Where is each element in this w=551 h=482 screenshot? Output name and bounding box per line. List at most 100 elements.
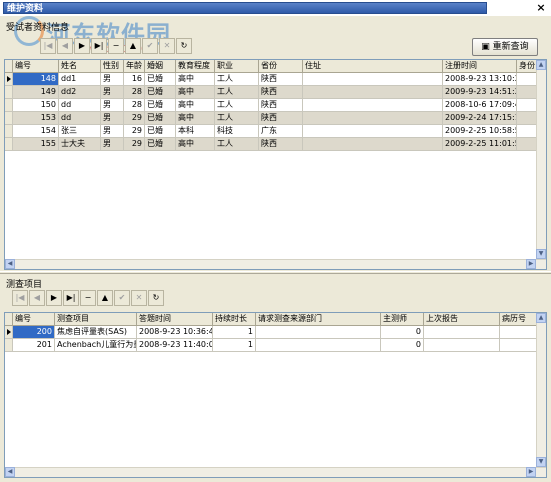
test-cell-last-report[interactable] [424,326,500,339]
subject-cell-age[interactable]: 29 [124,112,145,125]
subject-cell-register-time[interactable]: 2008-10-6 17:09:42 [443,99,517,112]
test-edit-record-button[interactable]: ▲ [97,290,113,306]
col-occupation[interactable]: 职业 [215,60,259,73]
subject-cell-address[interactable] [303,138,443,151]
subject-cell-occupation[interactable]: 工人 [215,73,259,86]
subject-grid[interactable]: 编号 姓名 性别 年龄 婚姻 教育程度 职业 省份 住址 注册时间 身份 148… [4,59,547,270]
col-last-report[interactable]: 上次报告 [424,313,500,326]
subject-cell-register-time[interactable]: 2009-2-25 11:01:55 [443,138,517,151]
test-next-record-button[interactable]: ▶ [46,290,62,306]
col-test-id[interactable]: 编号 [13,313,55,326]
col-address[interactable]: 住址 [303,60,443,73]
col-id[interactable]: 编号 [13,60,59,73]
next-record-button[interactable]: ▶ [74,38,90,54]
test-scroll-right-icon[interactable]: ▶ [526,467,536,477]
subject-cell-id[interactable]: 154 [13,125,59,138]
subject-cell-province[interactable]: 陕西 [259,73,303,86]
test-cell-answer-time[interactable]: 2008-9-23 11:40:07 [137,339,213,352]
subject-cell-address[interactable] [303,86,443,99]
subject-cell-gender[interactable]: 男 [101,125,124,138]
subject-cell-gender[interactable]: 男 [101,112,124,125]
test-prev-record-button[interactable]: ◀ [29,290,45,306]
subject-cell-register-time[interactable]: 2008-9-23 13:10:29 [443,73,517,86]
subject-cell-register-time[interactable]: 2009-9-23 14:51:25 [443,86,517,99]
col-record-number[interactable]: 病历号 [500,313,538,326]
subject-cell-education[interactable]: 高中 [176,112,215,125]
subject-cell-gender[interactable]: 男 [101,99,124,112]
subject-cell-id[interactable]: 155 [13,138,59,151]
test-cell-duration[interactable]: 1 [213,326,256,339]
subject-cell-address[interactable] [303,125,443,138]
test-last-record-button[interactable]: ▶| [63,290,79,306]
test-grid-hscroll[interactable]: ◀ ▶ [5,467,546,477]
subject-cell-name[interactable]: 张三 [59,125,101,138]
refresh-button[interactable]: ↻ [176,38,192,54]
requery-button[interactable]: ▣ 重新查询 [472,38,538,56]
col-province[interactable]: 省份 [259,60,303,73]
test-cell-source-dept[interactable] [256,339,381,352]
subject-cell-marital[interactable]: 已婚 [145,125,176,138]
test-grid[interactable]: 编号 测查项目 答题时间 持续时长 请求测查来源部门 主测师 上次报告 病历号 … [4,312,547,478]
test-row[interactable]: 200 焦虑自评量表(SAS) 2008-9-23 10:36:48 1 0 [5,326,538,339]
subject-cell-age[interactable]: 28 [124,99,145,112]
subject-grid-hscroll[interactable]: ◀ ▶ [5,259,546,269]
subject-cell-age[interactable]: 29 [124,125,145,138]
subject-cell-register-time[interactable]: 2009-2-24 17:15:14 [443,112,517,125]
delete-record-button[interactable]: − [108,38,124,54]
test-cell-id[interactable]: 201 [13,339,55,352]
scroll-left-icon[interactable]: ◀ [5,259,15,269]
subject-cell-id-number[interactable] [517,138,538,151]
test-refresh-button[interactable]: ↻ [148,290,164,306]
test-cancel-record-button[interactable]: ✕ [131,290,147,306]
col-id-number[interactable]: 身份 [517,60,538,73]
subject-row-indicator[interactable] [5,99,13,112]
col-source-dept[interactable]: 请求测查来源部门 [256,313,381,326]
subject-cell-id-number[interactable] [517,86,538,99]
test-cell-test-item[interactable]: Achenbach儿童行为量 [55,339,137,352]
test-cell-last-report[interactable] [424,339,500,352]
test-cell-examiner[interactable]: 0 [381,326,424,339]
close-icon[interactable]: × [535,1,547,14]
col-answer-time[interactable]: 答题时间 [137,313,213,326]
col-duration[interactable]: 持续时长 [213,313,256,326]
test-cell-answer-time[interactable]: 2008-9-23 10:36:48 [137,326,213,339]
subject-cell-address[interactable] [303,112,443,125]
subject-cell-occupation[interactable]: 工人 [215,99,259,112]
col-examiner[interactable]: 主测师 [381,313,424,326]
subject-cell-province[interactable]: 陕西 [259,99,303,112]
subject-cell-id[interactable]: 149 [13,86,59,99]
subject-row[interactable]: 153 dd 男 29 已婚 高中 工人 陕西 2009-2-24 17:15:14 [5,112,538,125]
cancel-record-button[interactable]: ✕ [159,38,175,54]
test-cell-record-number[interactable] [500,326,538,339]
subject-cell-address[interactable] [303,99,443,112]
subject-cell-id-number[interactable] [517,73,538,86]
subject-cell-id[interactable]: 148 [13,73,59,86]
test-row[interactable]: 201 Achenbach儿童行为量 2008-9-23 11:40:07 1 0 [5,339,538,352]
col-education[interactable]: 教育程度 [176,60,215,73]
subject-row-indicator[interactable] [5,138,13,151]
subject-row[interactable]: 155 士大夫男 29 已婚 高中 工人 陕西 2009-2-25 11:01:55 [5,138,538,151]
test-post-record-button[interactable]: ✔ [114,290,130,306]
scroll-right-icon[interactable]: ▶ [526,259,536,269]
subject-row[interactable]: 150 dd 男 28 已婚 高中 工人 陕西 2008-10-6 17:09:42 [5,99,538,112]
subject-cell-occupation[interactable]: 科技 [215,125,259,138]
subject-cell-marital[interactable]: 已婚 [145,138,176,151]
test-row-indicator[interactable] [5,339,13,352]
subject-cell-gender[interactable]: 男 [101,73,124,86]
subject-row-indicator[interactable] [5,125,13,138]
first-record-button[interactable]: |◀ [40,38,56,54]
scroll-up-icon[interactable]: ▲ [536,60,546,70]
subject-cell-education[interactable]: 高中 [176,138,215,151]
subject-cell-id[interactable]: 150 [13,99,59,112]
subject-cell-id[interactable]: 153 [13,112,59,125]
test-row-indicator[interactable] [5,326,13,339]
subject-cell-id-number[interactable] [517,125,538,138]
test-cell-test-item[interactable]: 焦虑自评量表(SAS) [55,326,137,339]
subject-row[interactable]: 149 dd2 男 28 已婚 高中 工人 陕西 2009-9-23 14:51:25 [5,86,538,99]
test-cell-duration[interactable]: 1 [213,339,256,352]
last-record-button[interactable]: ▶| [91,38,107,54]
test-first-record-button[interactable]: |◀ [12,290,28,306]
test-scroll-down-icon[interactable]: ▼ [536,457,546,467]
col-register-time[interactable]: 注册时间 [443,60,517,73]
subject-cell-name[interactable]: dd [59,99,101,112]
